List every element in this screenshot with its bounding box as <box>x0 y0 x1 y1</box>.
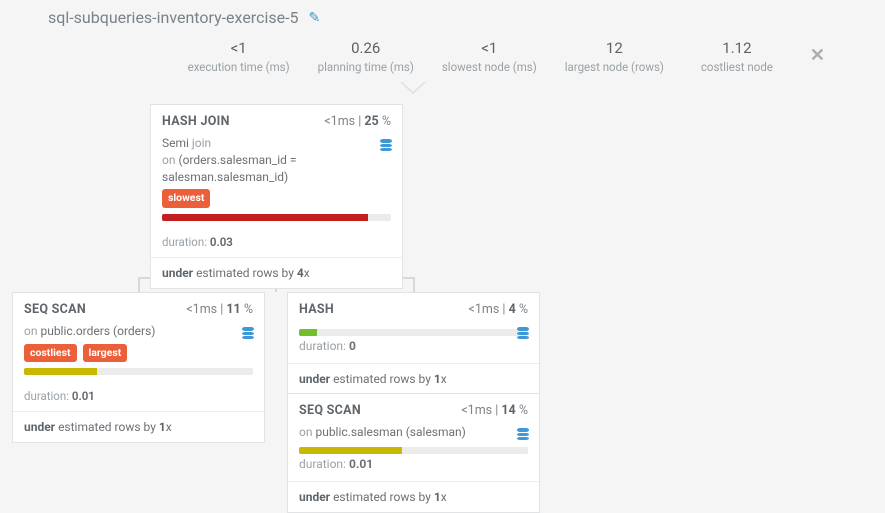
metric-value: 1.12 <box>692 39 782 57</box>
node-estimate: under estimated rows by 1x <box>288 363 539 394</box>
metric-slowest-node: <1 slowest node (ms) <box>442 39 537 74</box>
metric-execution-time: <1 execution time (ms) <box>188 39 290 74</box>
duration-bar <box>299 447 528 454</box>
node-title: SEQ SCAN <box>299 403 361 418</box>
node-estimate: under estimated rows by 1x <box>13 411 264 442</box>
metric-costliest-node: 1.12 costliest node <box>692 39 782 74</box>
pencil-icon[interactable]: ✎ <box>309 10 321 26</box>
disk-icon <box>517 327 529 339</box>
node-stats: <1ms | 14 % <box>461 403 528 418</box>
metric-planning-time: 0.26 planning time (ms) <box>318 39 414 74</box>
duration-bar <box>24 368 253 375</box>
disk-icon <box>517 428 529 440</box>
badge-costliest: costliest <box>24 344 77 363</box>
close-icon[interactable]: ✕ <box>810 39 825 66</box>
page-header: sql-subqueries-inventory-exercise-5 ✎ <box>0 0 885 37</box>
node-duration: duration: 0.01 <box>24 389 253 403</box>
metric-value: <1 <box>442 39 537 57</box>
node-title: HASH <box>299 302 334 317</box>
node-detail: Semi join <box>162 135 391 152</box>
disk-icon <box>380 139 392 151</box>
plan-canvas: HASH JOIN <1ms | 25 % Semi join on (orde… <box>0 82 885 502</box>
node-detail: on public.salesman (salesman) <box>299 424 528 441</box>
metric-largest-node: 12 largest node (rows) <box>565 39 664 74</box>
node-title: HASH JOIN <box>162 114 230 129</box>
connector <box>413 277 415 292</box>
metric-label: planning time (ms) <box>318 60 414 74</box>
node-estimate: under estimated rows by 1x <box>288 481 539 512</box>
node-detail: on public.orders (orders) <box>24 323 253 340</box>
node-estimate: under estimated rows by 4x <box>151 257 402 288</box>
plan-node-hash-join[interactable]: HASH JOIN <1ms | 25 % Semi join on (orde… <box>150 104 403 289</box>
node-stats: <1ms | 4 % <box>469 302 529 317</box>
duration-bar <box>162 214 391 221</box>
badge-slowest: slowest <box>162 189 210 208</box>
plan-node-seq-scan-orders[interactable]: SEQ SCAN <1ms | 11 % on public.orders (o… <box>12 292 265 443</box>
metric-label: costliest node <box>692 60 782 74</box>
metric-value: 0.26 <box>318 39 414 57</box>
metric-label: slowest node (ms) <box>442 60 537 74</box>
node-title: SEQ SCAN <box>24 302 86 317</box>
metric-label: largest node (rows) <box>565 60 664 74</box>
node-stats: <1ms | 25 % <box>324 114 391 129</box>
metric-value: <1 <box>188 39 290 57</box>
node-duration: duration: 0.03 <box>162 235 391 249</box>
node-detail: on (orders.salesman_id = salesman.salesm… <box>162 152 391 186</box>
metric-value: 12 <box>565 39 664 57</box>
plan-node-seq-scan-salesman[interactable]: SEQ SCAN <1ms | 14 % on public.salesman … <box>287 393 540 513</box>
disk-icon <box>242 327 254 339</box>
badge-largest: largest <box>83 344 128 363</box>
page-title: sql-subqueries-inventory-exercise-5 <box>48 8 299 27</box>
connector <box>138 277 140 292</box>
node-duration: duration: 0.01 <box>299 456 528 473</box>
plan-node-hash[interactable]: HASH <1ms | 4 % duration: 0 under estima… <box>287 292 540 395</box>
duration-bar <box>299 329 528 336</box>
metric-label: execution time (ms) <box>188 60 290 74</box>
node-stats: <1ms | 11 % <box>186 302 253 317</box>
root-pointer-icon <box>400 82 426 94</box>
summary-metrics: <1 execution time (ms) 0.26 planning tim… <box>0 37 885 82</box>
node-duration: duration: 0 <box>299 338 528 355</box>
